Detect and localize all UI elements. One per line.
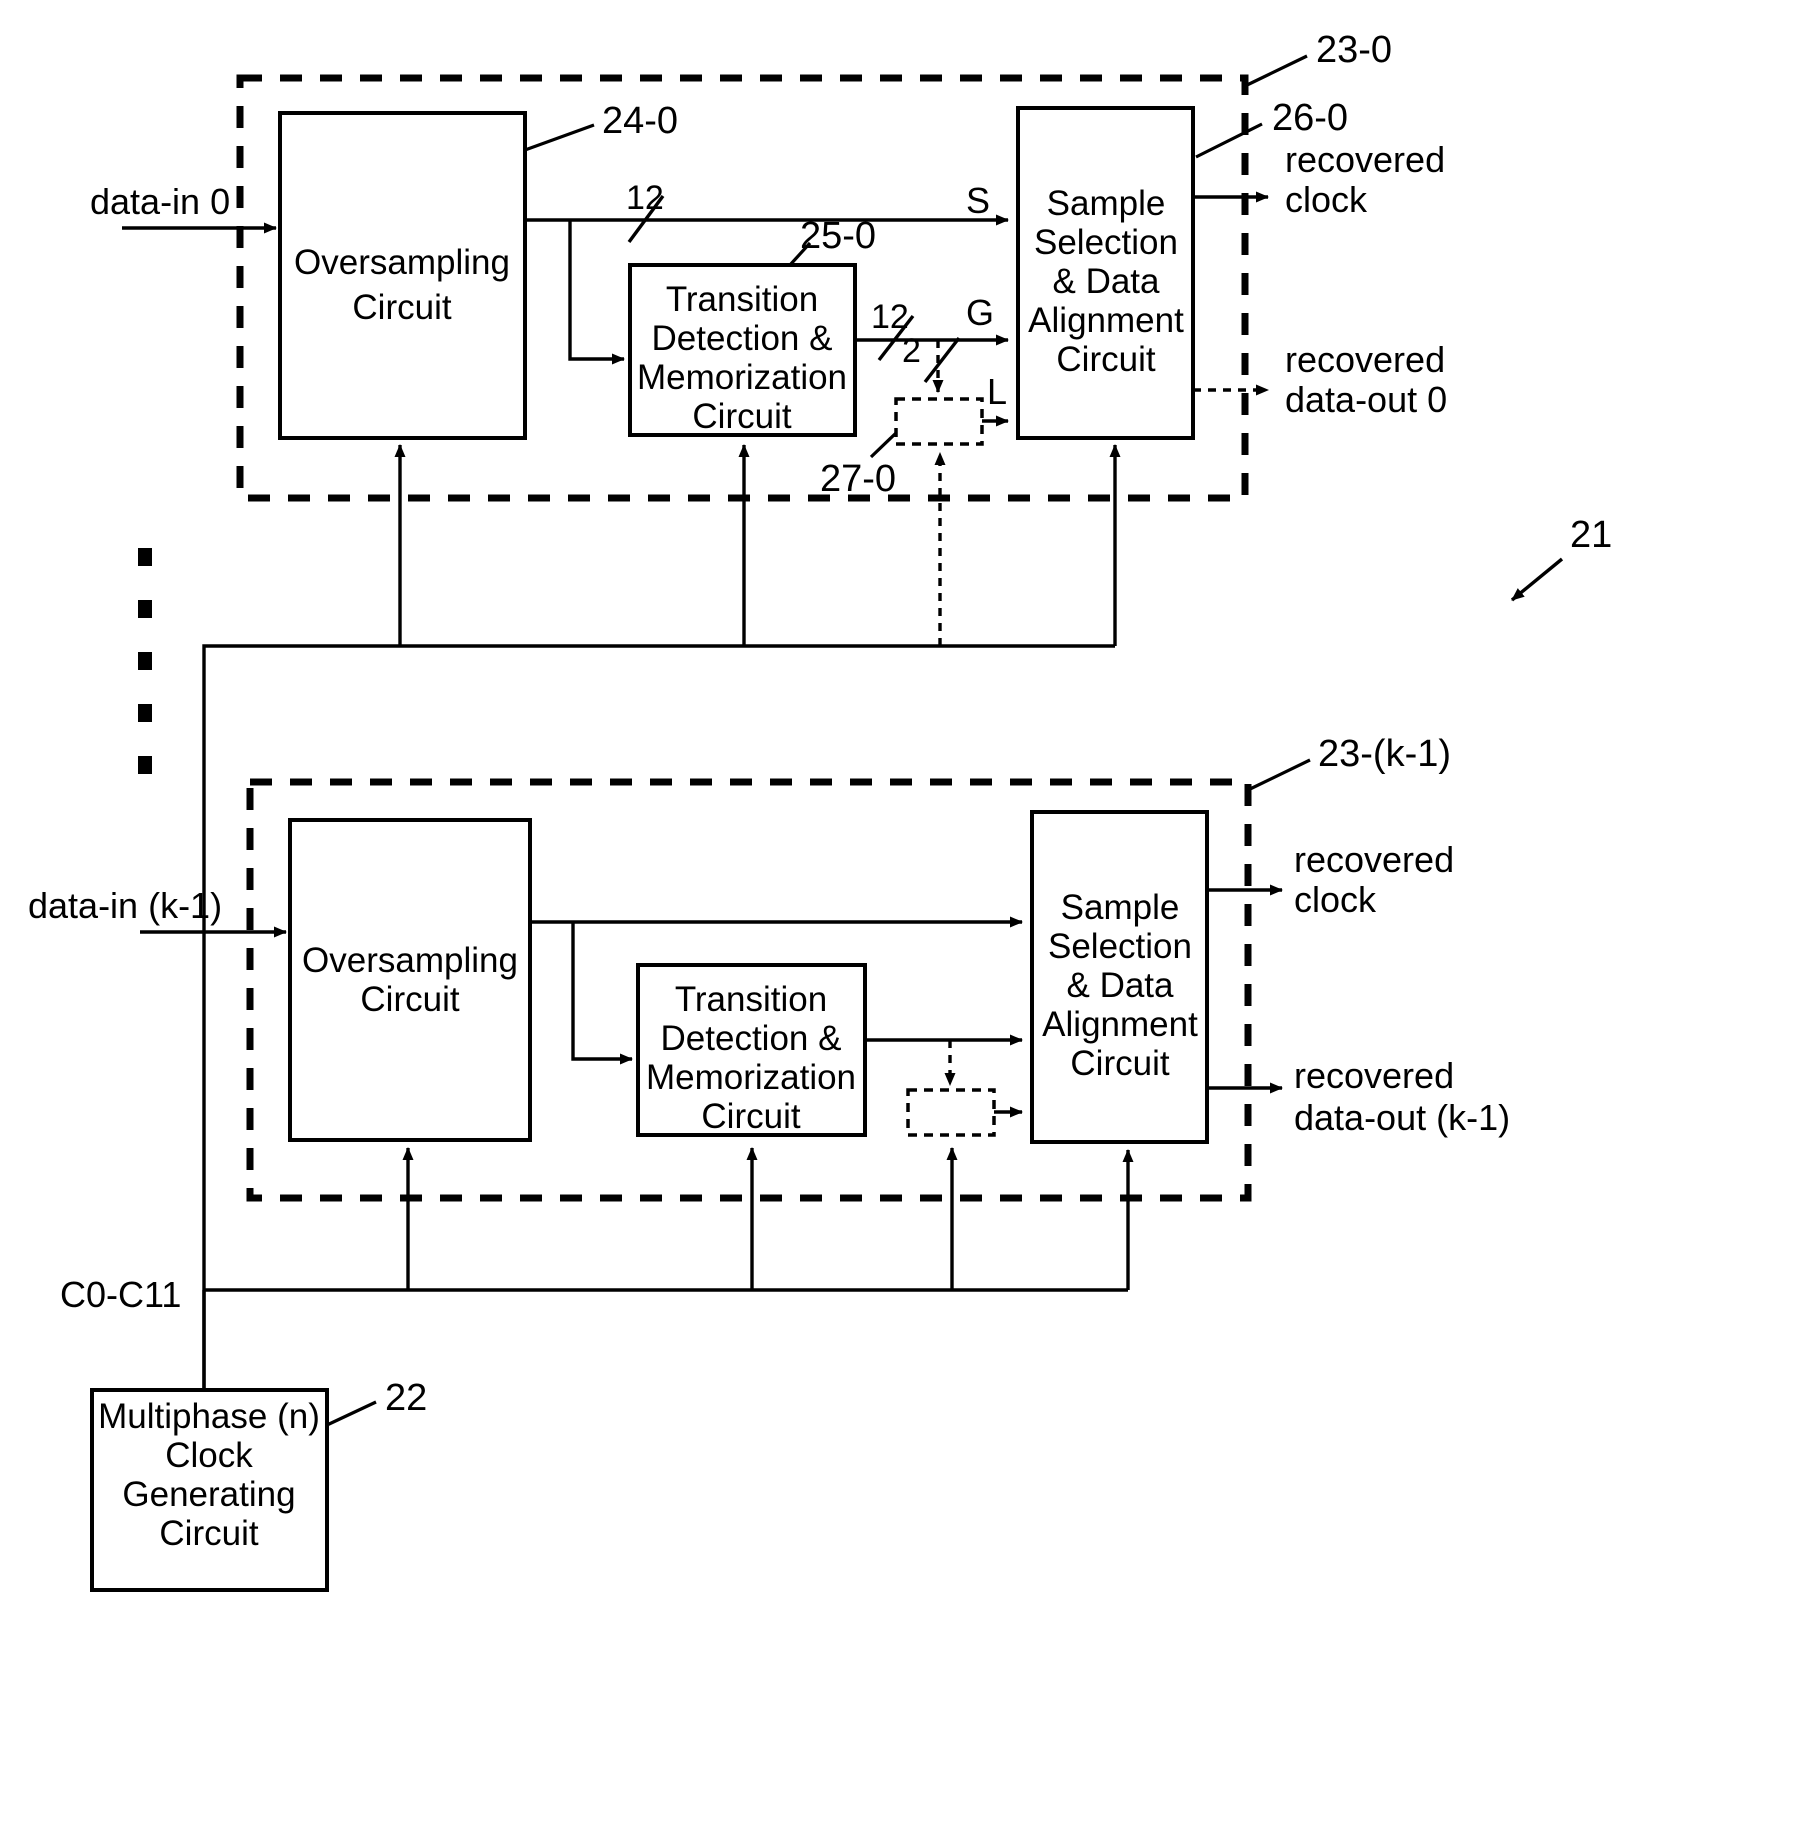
ref-leader-23-0: [1244, 54, 1308, 88]
oversampling-circuit-0-line2: Circuit: [352, 288, 451, 327]
ref-label-24-0: 24-0: [602, 100, 678, 142]
latch-circuit-0: [894, 397, 984, 446]
vertical-ellipsis: [138, 548, 152, 774]
wire-oversample-to-transition-k: [571, 922, 633, 1065]
ref-leader-21: [1510, 557, 1564, 602]
sample-circuit-0-line5: Circuit: [1056, 340, 1155, 379]
port-label-s: S: [966, 180, 990, 221]
transition-circuit-0-line2: Detection &: [652, 319, 833, 358]
sample-circuit-0-line4: Alignment: [1028, 301, 1184, 340]
clock-gen-line1: Multiphase (n): [98, 1397, 320, 1436]
sample-circuit-k-line3: & Data: [1067, 966, 1175, 1005]
oversampling-circuit-0-line1: Oversampling: [294, 243, 510, 282]
ref-label-21: 21: [1570, 514, 1612, 556]
output-recovered-clock-k-line2: clock: [1294, 879, 1377, 920]
output-recovered-data-0-line2: data-out 0: [1285, 379, 1447, 420]
transition-circuit-k-line2: Detection &: [661, 1019, 842, 1058]
ref-label-25-0: 25-0: [800, 215, 876, 257]
ref-label-23-0: 23-0: [1316, 29, 1392, 71]
ref-label-23-k: 23-(k-1): [1318, 733, 1451, 775]
sample-circuit-0-line3: & Data: [1053, 262, 1161, 301]
transition-circuit-k-line1: Transition: [675, 980, 827, 1019]
ref-label-22: 22: [385, 1377, 427, 1419]
patent-figure: 23-0 data-in 0 Oversampling Circuit 24-0…: [28, 29, 1612, 1592]
bus-s-0-width: 12: [626, 179, 664, 217]
port-label-g: G: [966, 292, 994, 333]
bus-g-0-width: 12: [871, 298, 909, 336]
sample-circuit-k-line4: Alignment: [1042, 1005, 1198, 1044]
ref-leader-23-k: [1247, 758, 1311, 792]
transition-circuit-0-line1: Transition: [666, 280, 818, 319]
output-recovered-clock-0-line2: clock: [1285, 179, 1368, 220]
clock-bus-label: C0-C11: [60, 1274, 181, 1315]
ref-leader-22: [326, 1400, 377, 1427]
ref-label-27-0: 27-0: [820, 458, 896, 500]
transition-circuit-k-line4: Circuit: [701, 1097, 800, 1136]
output-recovered-clock-0-line1: recovered: [1285, 139, 1445, 180]
bus-l-0-slash: [923, 336, 961, 384]
output-recovered-data-k-line1: recovered: [1294, 1055, 1454, 1096]
output-recovered-data-k-line2: data-out (k-1): [1294, 1097, 1510, 1138]
sample-circuit-0-line2: Selection: [1034, 223, 1178, 262]
oversampling-circuit-k-line1: Oversampling: [302, 941, 518, 980]
sample-circuit-k-line5: Circuit: [1070, 1044, 1169, 1083]
transition-circuit-k-line3: Memorization: [646, 1058, 856, 1097]
clock-gen-line3: Generating: [122, 1475, 295, 1514]
input-label-data-in-k: data-in (k-1): [28, 885, 222, 926]
oversampling-circuit-k-line2: Circuit: [360, 980, 459, 1019]
input-label-data-in-0: data-in 0: [90, 181, 230, 222]
ref-leader-27-0: [869, 431, 898, 459]
bus-l-0-width: 2: [902, 332, 921, 370]
clock-gen-line4: Circuit: [159, 1514, 258, 1553]
sample-circuit-k-line2: Selection: [1048, 927, 1192, 966]
sample-circuit-0-line1: Sample: [1047, 184, 1166, 223]
ref-leader-26-0: [1195, 122, 1263, 159]
transition-circuit-0-line4: Circuit: [692, 397, 791, 436]
output-recovered-data-0-line1: recovered: [1285, 339, 1445, 380]
ref-leader-24-0: [524, 123, 595, 152]
port-label-l: L: [987, 371, 1007, 412]
transition-circuit-0-line3: Memorization: [637, 358, 847, 397]
latch-circuit-k: [906, 1088, 996, 1137]
wire-oversample-to-transition-0: [568, 220, 625, 365]
ref-label-26-0: 26-0: [1272, 97, 1348, 139]
sample-circuit-k-line1: Sample: [1061, 888, 1180, 927]
clock-gen-line2: Clock: [165, 1436, 253, 1475]
output-recovered-clock-k-line1: recovered: [1294, 839, 1454, 880]
